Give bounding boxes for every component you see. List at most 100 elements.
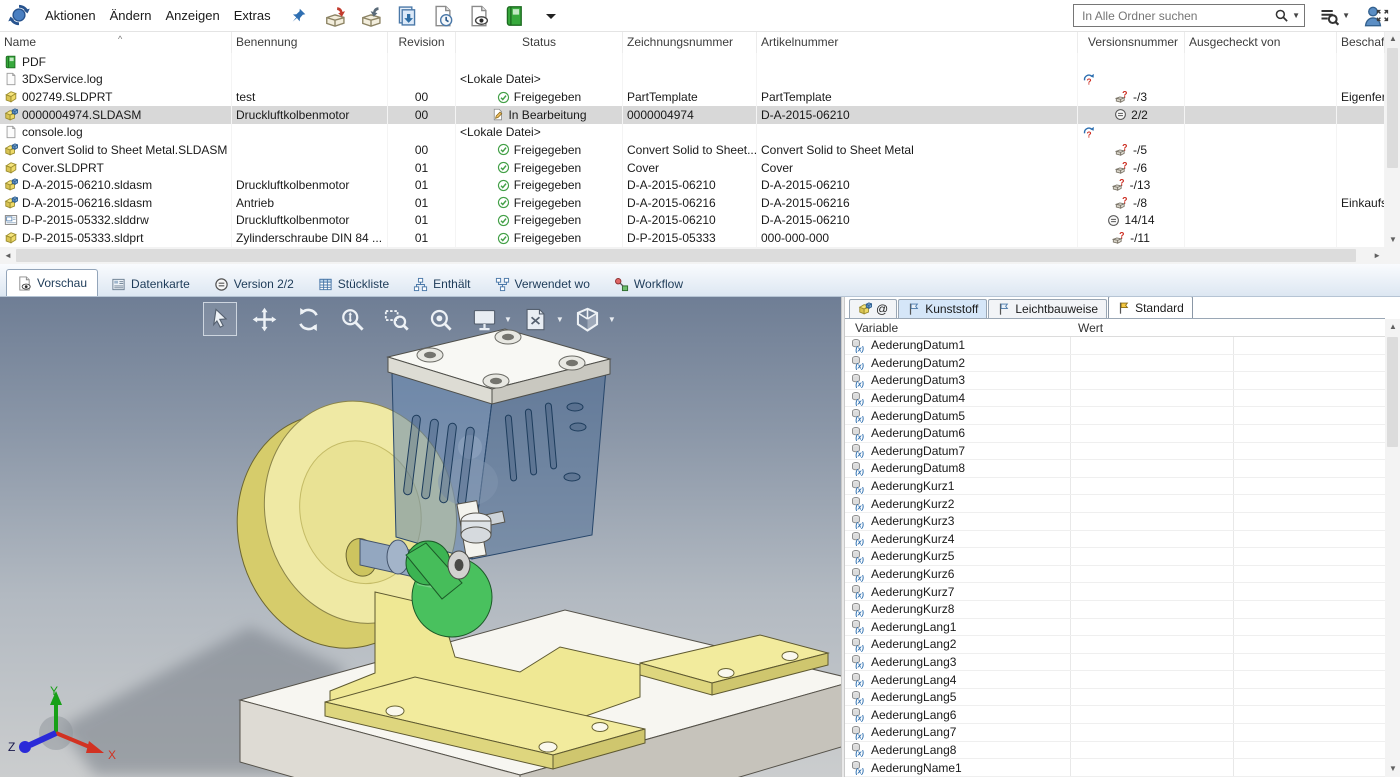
search-results-caret-icon[interactable]: ▼ bbox=[1342, 11, 1350, 20]
scroll-up-icon[interactable]: ▲ bbox=[1389, 323, 1397, 331]
variable-row[interactable]: (x)AederungLang6 bbox=[845, 706, 1385, 724]
datacard-tab-@[interactable]: @ bbox=[849, 299, 897, 318]
file-row[interactable]: 3DxService.log<Lokale Datei>? bbox=[0, 71, 1385, 89]
search-results-icon[interactable] bbox=[1319, 6, 1339, 26]
variable-row[interactable]: (x)AederungDatum3 bbox=[845, 372, 1385, 390]
panel-vertical-scrollbar[interactable]: ▲ ▼ bbox=[1385, 319, 1400, 777]
column-header-beschaff[interactable]: Beschaff bbox=[1337, 32, 1385, 53]
wert-column-header[interactable]: Wert bbox=[1078, 319, 1103, 337]
tab-verwendet-wo[interactable]: Verwendet wo bbox=[484, 271, 601, 296]
search-icon[interactable] bbox=[1274, 8, 1289, 23]
scroll-up-icon[interactable]: ▲ bbox=[1389, 35, 1397, 43]
display-style-tool[interactable] bbox=[467, 302, 501, 336]
view-orientation-tool[interactable] bbox=[571, 302, 605, 336]
menu-ndern[interactable]: Ändern bbox=[103, 1, 159, 31]
zoom-tool[interactable] bbox=[335, 302, 369, 336]
variable-row[interactable]: (x)AederungName1 bbox=[845, 759, 1385, 777]
variable-row[interactable]: (x)AederungDatum6 bbox=[845, 425, 1385, 443]
file-row[interactable]: D-P-2015-05332.slddrwDruckluftkolbenmoto… bbox=[0, 212, 1385, 230]
scrollbar-thumb[interactable] bbox=[1387, 48, 1398, 168]
column-header-ausgechecktvon[interactable]: Ausgecheckt von bbox=[1185, 32, 1337, 53]
variable-row[interactable]: (x)AederungKurz5 bbox=[845, 548, 1385, 566]
variable-row[interactable]: (x)AederungLang1 bbox=[845, 619, 1385, 637]
datacard-tab-kunststoff[interactable]: Kunststoff bbox=[898, 299, 987, 318]
column-header-name[interactable]: Name^ bbox=[0, 32, 232, 53]
vault-button[interactable] bbox=[500, 3, 530, 29]
file-row[interactable]: Convert Solid to Sheet Metal.SLDASM00Fre… bbox=[0, 141, 1385, 159]
column-header-artikelnummer[interactable]: Artikelnummer bbox=[757, 32, 1078, 53]
pin-toolbar-button[interactable] bbox=[290, 7, 307, 24]
scrollbar-thumb[interactable] bbox=[16, 249, 1356, 262]
search-input[interactable] bbox=[1080, 8, 1274, 24]
variable-row[interactable]: (x)AederungKurz1 bbox=[845, 478, 1385, 496]
file-row[interactable]: 002749.SLDPRTtest00FreigegebenPartTempla… bbox=[0, 88, 1385, 106]
column-header-revision[interactable]: Revision bbox=[388, 32, 456, 53]
search-caret-icon[interactable]: ▼ bbox=[1292, 11, 1300, 20]
variable-row[interactable]: (x)AederungLang4 bbox=[845, 671, 1385, 689]
check-out-button[interactable] bbox=[320, 3, 350, 29]
variable-row[interactable]: (x)AederungKurz4 bbox=[845, 531, 1385, 549]
file-row[interactable]: D-P-2015-05333.sldprtZylinderschraube DI… bbox=[0, 229, 1385, 247]
variable-row[interactable]: (x)AederungDatum5 bbox=[845, 407, 1385, 425]
scroll-right-icon[interactable]: ► bbox=[1373, 252, 1381, 260]
column-header-zeichnungsnummer[interactable]: Zeichnungsnummer bbox=[623, 32, 757, 53]
check-in-button[interactable] bbox=[356, 3, 386, 29]
variable-row[interactable]: (x)AederungLang3 bbox=[845, 654, 1385, 672]
select-tool[interactable] bbox=[203, 302, 237, 336]
file-row[interactable]: console.log<Lokale Datei>? bbox=[0, 124, 1385, 142]
view-orientation-tool-caret-icon[interactable]: ▼ bbox=[608, 315, 616, 324]
table-vertical-scrollbar[interactable]: ▲ ▼ bbox=[1385, 32, 1400, 247]
file-row[interactable]: D-A-2015-06210.sldasmDruckluftkolbenmoto… bbox=[0, 176, 1385, 194]
display-style-tool-caret-icon[interactable]: ▼ bbox=[504, 315, 512, 324]
expand-icon[interactable] bbox=[1375, 8, 1390, 23]
file-row[interactable]: D-A-2015-06216.sldasmAntrieb01Freigegebe… bbox=[0, 194, 1385, 212]
tab-enth-lt[interactable]: Enthält bbox=[402, 271, 481, 296]
file-row[interactable]: 0000004974.SLDASMDruckluftkolbenmotor00I… bbox=[0, 106, 1385, 124]
variable-row[interactable]: (x)AederungDatum7 bbox=[845, 443, 1385, 461]
tab-datenkarte[interactable]: Datenkarte bbox=[100, 271, 201, 296]
variable-row[interactable]: (x)AederungKurz3 bbox=[845, 513, 1385, 531]
pan-tool[interactable] bbox=[247, 302, 281, 336]
history-button[interactable] bbox=[428, 3, 458, 29]
toolbar-more-button[interactable] bbox=[536, 3, 566, 29]
datacard-tab-leichtbauweise[interactable]: Leichtbauweise bbox=[988, 299, 1107, 318]
file-row[interactable]: PDF bbox=[0, 53, 1385, 71]
variable-row[interactable]: (x)AederungDatum8 bbox=[845, 460, 1385, 478]
scroll-down-icon[interactable]: ▼ bbox=[1389, 765, 1397, 773]
preview-3d-viewport[interactable]: ▼▼▼ Y X Z bbox=[0, 297, 841, 777]
tab-vorschau[interactable]: Vorschau bbox=[6, 269, 98, 296]
rotate-tool[interactable] bbox=[291, 302, 325, 336]
variable-row[interactable]: (x)AederungLang7 bbox=[845, 724, 1385, 742]
scroll-down-icon[interactable]: ▼ bbox=[1389, 236, 1397, 244]
tab-st-ckliste[interactable]: Stückliste bbox=[307, 271, 400, 296]
tab-version-2-2[interactable]: Version 2/2 bbox=[203, 271, 305, 296]
menu-aktionen[interactable]: Aktionen bbox=[38, 1, 103, 31]
variable-row[interactable]: (x)AederungKurz6 bbox=[845, 566, 1385, 584]
zoom-area-tool[interactable] bbox=[379, 302, 413, 336]
tab-workflow[interactable]: Workflow bbox=[603, 271, 694, 296]
variable-row[interactable]: (x)AederungLang2 bbox=[845, 636, 1385, 654]
scrollbar-thumb[interactable] bbox=[1387, 337, 1398, 447]
file-row[interactable]: Cover.SLDPRT01FreigegebenCoverCover?-/6 bbox=[0, 159, 1385, 177]
section-view-tool[interactable] bbox=[519, 302, 553, 336]
scroll-left-icon[interactable]: ◄ bbox=[4, 252, 12, 260]
zoom-fit-tool[interactable] bbox=[423, 302, 457, 336]
column-header-status[interactable]: Status bbox=[456, 32, 623, 53]
variable-row[interactable]: (x)AederungLang8 bbox=[845, 742, 1385, 760]
column-header-versionsnummer[interactable]: Versionsnummer bbox=[1078, 32, 1185, 53]
menu-extras[interactable]: Extras bbox=[227, 1, 278, 31]
section-view-tool-caret-icon[interactable]: ▼ bbox=[556, 315, 564, 324]
variable-column-header[interactable]: Variable bbox=[855, 319, 898, 337]
datacard-tab-standard[interactable]: Standard bbox=[1108, 297, 1193, 318]
get-latest-button[interactable] bbox=[392, 3, 422, 29]
variable-row[interactable]: (x)AederungDatum1 bbox=[845, 337, 1385, 355]
variable-row[interactable]: (x)AederungKurz2 bbox=[845, 495, 1385, 513]
column-header-benennung[interactable]: Benennung bbox=[232, 32, 388, 53]
variable-row[interactable]: (x)AederungDatum4 bbox=[845, 390, 1385, 408]
variable-row[interactable]: (x)AederungKurz8 bbox=[845, 601, 1385, 619]
variable-row[interactable]: (x)AederungDatum2 bbox=[845, 355, 1385, 373]
table-horizontal-scrollbar[interactable]: ◄ ► bbox=[0, 247, 1385, 264]
preview-button[interactable] bbox=[464, 3, 494, 29]
variable-row[interactable]: (x)AederungLang5 bbox=[845, 689, 1385, 707]
variable-row[interactable]: (x)AederungKurz7 bbox=[845, 583, 1385, 601]
